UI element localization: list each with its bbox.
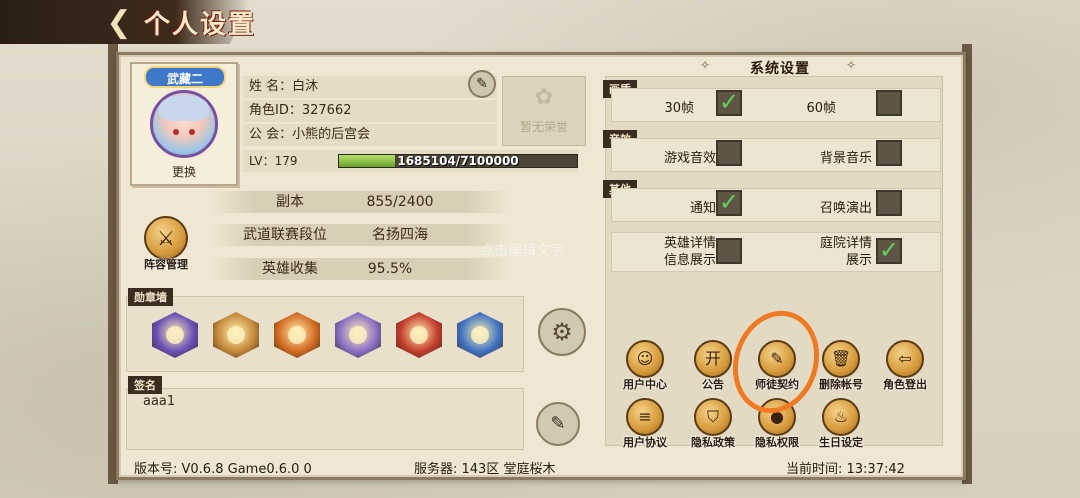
paw-icon: ✿ — [534, 85, 554, 110]
edit-name-button[interactable]: ✎ — [468, 70, 496, 98]
notify-label: 通知 — [689, 201, 716, 216]
badge-gem — [471, 326, 489, 344]
rank-stat: 武道联赛段位 名扬四海 — [210, 224, 510, 246]
summon-label: 召唤演出 — [819, 201, 872, 216]
bgm-label: 背景音乐 — [819, 151, 872, 166]
brush-icon: ✎ — [476, 76, 488, 92]
hero-detail-line1: 英雄详情 — [663, 236, 716, 251]
badge-gem — [349, 326, 367, 344]
action-label: 隐私政策 — [691, 436, 735, 449]
badge-wall-title: 勋章墙 — [128, 288, 173, 306]
yard-detail-line1: 庭院详情 — [819, 236, 872, 251]
server-text: 服务器: 143区 堂庭桜木 — [414, 462, 556, 477]
action-cake-button[interactable]: ♨ 生日设定 — [812, 398, 870, 450]
signature-title: 签名 — [128, 376, 162, 394]
hero-detail-checkbox[interactable] — [716, 238, 742, 264]
cake-icon: ♨ — [822, 398, 860, 436]
diamond-deco-icon: ✧ — [846, 58, 857, 72]
game-sound-label: 游戏音效 — [663, 151, 716, 166]
summon-checkbox[interactable] — [876, 190, 902, 216]
fps30-checkbox[interactable]: ✓ — [716, 90, 742, 116]
collect-value: 95.5% — [367, 261, 413, 277]
action-document-button[interactable]: ≡ 用户协议 — [616, 398, 674, 450]
dungeon-stat: 副本 855/2400 — [210, 191, 510, 213]
signature-box[interactable] — [126, 388, 524, 450]
fps60-checkbox[interactable] — [876, 90, 902, 116]
edit-signature-button[interactable]: ✎ — [536, 402, 580, 446]
collect-stat: 英雄收集 95.5% — [210, 258, 510, 280]
action-label: 用户中心 — [623, 378, 667, 391]
avatar-frame-tag: 武藏二 — [144, 66, 226, 88]
yard-detail-line2: 展示 — [845, 253, 872, 268]
time-text: 当前时间: 13:37:42 — [786, 462, 905, 477]
badge-gem — [410, 326, 428, 344]
avatar-card[interactable]: 武藏二 更换 — [130, 62, 238, 186]
player-id: 327662 — [301, 103, 352, 118]
shield-icon: ⛉ — [694, 398, 732, 436]
document-icon: ≡ — [626, 398, 664, 436]
rank-label: 武道联赛段位 — [243, 227, 327, 243]
id-row: 角色ID：327662 — [243, 100, 497, 122]
back-arrow-icon[interactable]: ❮ — [102, 6, 136, 40]
exp-text: 1685104/7100000 — [397, 154, 519, 168]
collect-label: 英雄收集 — [262, 261, 318, 277]
action-label: 角色登出 — [883, 378, 927, 391]
name-row: 姓 名：白沐 — [243, 76, 497, 98]
badge-gem — [166, 326, 184, 344]
level-value: 179 — [274, 154, 298, 168]
bgm-checkbox[interactable] — [876, 140, 902, 166]
action-label: 隐私权限 — [755, 436, 799, 449]
hero-detail-line2: 信息展示 — [663, 253, 716, 268]
version-text: 版本号: V0.6.8 Game0.6.0 0 — [134, 462, 312, 477]
lineup-button[interactable]: ⚔ 阵容管理 — [136, 216, 196, 276]
crossed-swords-icon: ⚔ — [144, 216, 188, 260]
badge-gem — [288, 326, 306, 344]
lineup-label: 阵容管理 — [144, 258, 188, 271]
notify-checkbox[interactable]: ✓ — [716, 190, 742, 216]
honor-box[interactable]: ✿ 暂无荣誉 — [502, 76, 586, 146]
page-title: 个人设置 — [144, 10, 257, 40]
fps30-label: 30帧 — [664, 101, 694, 116]
honor-text: 暂无荣誉 — [519, 120, 568, 134]
change-avatar-label[interactable]: 更换 — [132, 163, 236, 180]
fps60-label: 60帧 — [806, 101, 836, 116]
logout-icon: ⇦ — [886, 340, 924, 378]
signature-text: aaa1 — [143, 394, 176, 409]
action-label: 删除帐号 — [819, 378, 863, 391]
action-trash-button[interactable]: 🗑 删除帐号 — [812, 340, 870, 392]
action-logout-button[interactable]: ⇦ 角色登出 — [876, 340, 934, 392]
gear-icon[interactable]: ⚙ — [538, 308, 586, 356]
user-center-icon: ☺ — [626, 340, 664, 378]
action-label: 生日设定 — [819, 436, 863, 449]
action-label: 用户协议 — [623, 436, 667, 449]
trash-icon: 🗑 — [822, 340, 860, 378]
rank-value: 名扬四海 — [372, 227, 428, 243]
player-name: 白沐 — [292, 79, 319, 94]
dungeon-value: 855/2400 — [366, 194, 434, 210]
watermark-text: 点击编辑文字 — [480, 243, 564, 259]
guild-name: 小熊的后宫会 — [292, 127, 371, 142]
yard-detail-label: 庭院详情 展示 — [782, 235, 872, 269]
name-label: 姓 名： — [249, 79, 293, 94]
game-sound-checkbox[interactable] — [716, 140, 742, 166]
avatar — [150, 90, 218, 158]
hero-detail-label: 英雄详情 信息展示 — [634, 235, 716, 269]
action-shield-button[interactable]: ⛉ 隐私政策 — [684, 398, 742, 450]
action-user-center-button[interactable]: ☺ 用户中心 — [616, 340, 674, 392]
dungeon-label: 副本 — [276, 194, 304, 210]
id-label: 角色ID： — [249, 103, 302, 118]
badge-gem — [227, 326, 245, 344]
yard-detail-checkbox[interactable]: ✓ — [876, 238, 902, 264]
announcement-icon: 开 — [694, 340, 732, 378]
guild-row: 公 会：小熊的后宫会 — [243, 124, 497, 146]
brush-icon: ✎ — [550, 413, 566, 434]
level-label: LV： — [249, 154, 275, 168]
exp-bar: 1685104/7100000 — [338, 154, 578, 168]
guild-label: 公 会： — [249, 127, 293, 142]
settings-title: 系统设置 — [750, 61, 810, 77]
